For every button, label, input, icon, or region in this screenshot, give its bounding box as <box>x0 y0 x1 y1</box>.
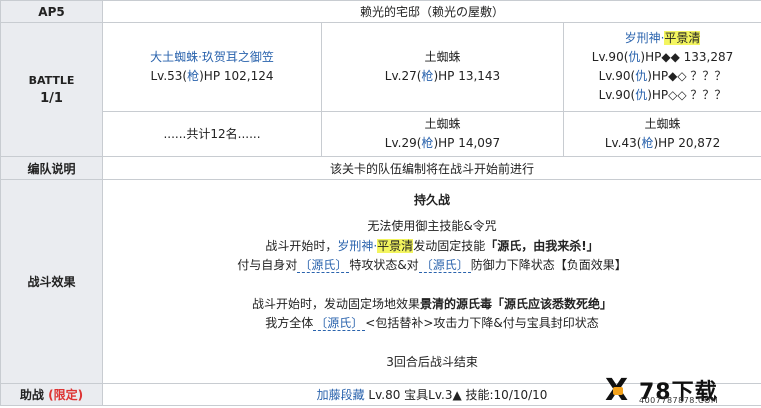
field-effect-name: 景清的源氏毒「源氏应该悉数死绝」 <box>420 296 613 311</box>
enemy-cell: 大土蜘蛛·玖贺耳之御笠 Lv.53(枪)HP 102,124 <box>102 22 322 112</box>
enemy-name: 土蜘蛛 <box>424 50 461 64</box>
enemy-cell: 土蜘蛛 Lv.43(枪)HP 20,872 <box>562 111 761 157</box>
class-lancer: 枪 <box>187 69 200 83</box>
watermark-x-icon: X <box>605 376 635 406</box>
site-watermark-logo: X 78下载 4007787878.COM <box>605 376 757 406</box>
effects-line-6: 3回合后战斗结束 <box>386 354 478 369</box>
effects-line-2: 战斗开始时，岁刑神·平景清发动固定技能「源氏，由我来杀!」 <box>265 238 599 253</box>
enemy-name: 土蜘蛛 <box>424 117 461 131</box>
class-lancer: 枪 <box>421 136 434 150</box>
enemy-name-link[interactable]: 大土蜘蛛·玖贺耳之御笠 <box>150 50 274 64</box>
formation-text: 该关卡的队伍编制将在战斗开始前进行 <box>101 156 761 180</box>
trait-genji-tag[interactable]: 〔源氏〕 <box>297 258 350 274</box>
skill-name: 「源氏，由我来杀!」 <box>485 238 599 253</box>
support-servant-link[interactable]: 加藤段藏 <box>317 388 365 402</box>
class-avenger: 仇 <box>635 69 648 83</box>
effects-cell: 持久战 无法使用御主技能&令咒 战斗开始时，岁刑神·平景清发动固定技能「源氏，由… <box>101 179 761 384</box>
boss-cell: 岁刑神·平景清 Lv.90(仇)HP◆◆ 133,287 Lv.90(仇)HP◆… <box>562 22 761 112</box>
effects-line-4: 战斗开始时，发动固定场地效果景清的源氏毒「源氏应该悉数死绝」 <box>252 296 613 311</box>
effects-line-1: 无法使用御主技能&令咒 <box>367 219 497 234</box>
boss-name-link[interactable]: 岁刑神· <box>337 239 377 253</box>
enemy-name: 土蜘蛛 <box>644 117 681 131</box>
trait-genji-tag[interactable]: 〔源氏〕 <box>418 258 471 274</box>
watermark-small-text: 4007787878.COM <box>639 396 719 405</box>
effects-line-5: 我方全体 〔源氏〕 <包括替补>攻击力下降&付与宝具封印状态 <box>265 316 599 332</box>
enemy-stats: Lv.29(枪)HP 14,097 <box>384 136 501 150</box>
boss-name-highlight: 平景清 <box>664 31 701 45</box>
ap-label: AP5 <box>0 0 103 23</box>
boss-name-link[interactable]: 岁刑神· <box>625 31 665 45</box>
boss-stats-bar2: Lv.90(仇)HP◆◇ ？？？ <box>598 69 727 83</box>
enemy-total-cell: ......共计12名...... <box>102 111 322 157</box>
boss-name-highlight: 平景清 <box>377 238 414 253</box>
enemy-cell: 土蜘蛛 Lv.27(枪)HP 13,143 <box>321 22 564 112</box>
battle-count: 1/1 <box>40 90 63 106</box>
support-limited-label: (限定) <box>48 388 84 402</box>
enemy-cell: 土蜘蛛 Lv.29(枪)HP 14,097 <box>321 111 564 157</box>
battle-label: BATTLE <box>28 73 75 87</box>
support-label: 助战 <box>19 388 44 402</box>
battle-label-cell: BATTLE 1/1 <box>0 22 103 157</box>
class-avenger: 仇 <box>635 88 648 102</box>
quest-title: 赖光的宅邸（赖光の屋敷） <box>101 0 761 23</box>
enemy-stats: Lv.27(枪)HP 13,143 <box>384 69 501 83</box>
enemy-stats: Lv.53(枪)HP 102,124 <box>150 69 274 83</box>
support-label-cell: 助战 (限定) <box>0 383 103 406</box>
support-info: Lv.80 宝具Lv.3▲ 技能:10/10/10 <box>368 388 548 402</box>
boss-stats-bar1: Lv.90(仇)HP◆◆ 133,287 <box>591 50 734 64</box>
enemy-stats: Lv.43(枪)HP 20,872 <box>604 136 721 150</box>
effects-line-3: 付与自身对 〔源氏〕 特攻状态&对 〔源氏〕 防御力下降状态【负面效果】 <box>237 258 627 274</box>
trait-genji-tag[interactable]: 〔源氏〕 <box>313 316 366 332</box>
class-lancer: 枪 <box>641 136 654 150</box>
class-avenger: 仇 <box>628 50 641 64</box>
class-lancer: 枪 <box>421 69 434 83</box>
quest-table: AP5 赖光的宅邸（赖光の屋敷） BATTLE 1/1 大土蜘蛛·玖贺耳之御笠 … <box>0 0 761 406</box>
boss-stats-bar3: Lv.90(仇)HP◇◇ ？？？ <box>598 88 727 102</box>
effects-label: 战斗效果 <box>0 179 103 384</box>
formation-label: 编队说明 <box>0 156 103 180</box>
effects-title: 持久战 <box>414 192 451 207</box>
enemy-total: ......共计12名...... <box>163 126 261 141</box>
